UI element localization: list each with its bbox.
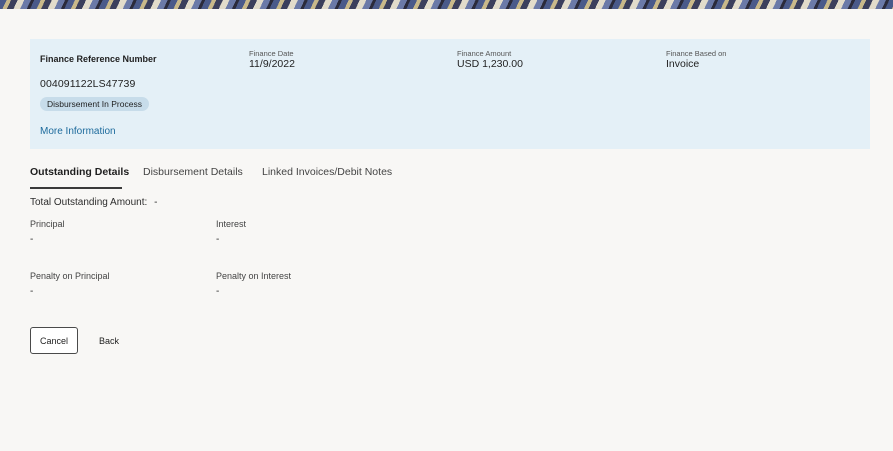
total-outstanding-label: Total Outstanding Amount: [30,197,148,208]
finance-reference-value: 004091122LS47739 [40,78,136,90]
finance-amount-value: USD 1,230.00 [457,58,523,70]
back-button[interactable]: Back [92,327,126,354]
finance-summary-card: Finance Reference Number 004091122LS4773… [30,39,870,149]
penalty-on-principal-label: Penalty on Principal [30,271,110,281]
penalty-on-principal-value: - [30,286,34,297]
total-outstanding-value: - [154,197,158,208]
active-tab-indicator [30,187,122,189]
finance-date-value: 11/9/2022 [249,58,295,70]
tab-disbursement-details[interactable]: Disbursement Details [143,166,243,178]
principal-field: Principal - [30,219,65,245]
cancel-button[interactable]: Cancel [30,327,78,354]
penalty-on-interest-field: Penalty on Interest - [216,271,291,297]
principal-label: Principal [30,219,65,229]
penalty-on-principal-field: Penalty on Principal - [30,271,110,297]
finance-based-on-block: Finance Based on Invoice [666,49,726,70]
interest-field: Interest - [216,219,246,245]
penalty-on-interest-label: Penalty on Interest [216,271,292,281]
finance-based-on-value: Invoice [666,58,700,70]
decorative-header-band [0,0,893,9]
finance-date-label: Finance Date [249,49,294,58]
interest-label: Interest [216,219,247,229]
finance-based-on-label: Finance Based on [666,49,727,58]
finance-date-block: Finance Date 11/9/2022 [249,49,295,70]
principal-value: - [30,234,34,245]
status-badge: Disbursement In Process [40,97,149,111]
tab-outstanding-details[interactable]: Outstanding Details [30,166,129,178]
finance-reference-label: Finance Reference Number [40,54,157,64]
penalty-on-interest-value: - [216,286,220,297]
total-outstanding-amount: Total Outstanding Amount: - [30,197,157,208]
more-information-link[interactable]: More Information [40,126,116,137]
interest-value: - [216,234,220,245]
finance-amount-label: Finance Amount [457,49,512,58]
tab-linked-invoices-debit-notes[interactable]: Linked Invoices/Debit Notes [262,166,392,178]
finance-amount-block: Finance Amount USD 1,230.00 [457,49,523,70]
